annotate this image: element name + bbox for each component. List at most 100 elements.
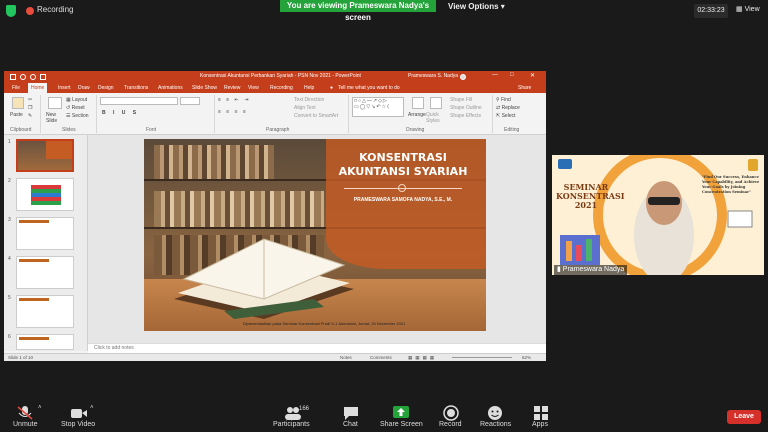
meeting-timer: 02:33:23 [694,4,728,18]
chevron-up-icon[interactable]: ˄ [90,405,94,411]
books-row [154,191,324,227]
slide-editing-area[interactable]: KONSENTRASI AKUNTANSI SYARIAH PRAMESWARA… [88,135,546,343]
copy-icon[interactable]: ❐ [28,105,32,111]
tell-me-search[interactable]: Tell me what you want to do [338,85,400,91]
zoom-level: 62% [522,355,532,360]
thumbnail-number: 4 [8,256,11,262]
paste-button[interactable]: Paste [10,112,23,118]
shape-fill-button[interactable]: Shape Fill [450,97,472,103]
save-icon[interactable] [10,74,16,80]
arrange-icon[interactable] [412,97,424,109]
slide-thumbnail-pane[interactable]: 1 2 3 4 5 6 [4,135,88,351]
font-size-dropdown[interactable] [180,97,200,105]
banner-year: 2021 [574,200,598,210]
ribbon-divider [96,95,97,133]
select-button[interactable]: ⇱ Select [496,113,516,119]
slide-thumbnail-1[interactable] [16,139,74,172]
redo-icon[interactable] [30,74,36,80]
replace-button[interactable]: ⇄ Replace [496,105,520,111]
section-label: Section [71,113,89,119]
comments-toggle[interactable]: Comments [370,355,392,360]
leave-button[interactable]: Leave [727,410,761,424]
new-slide-button[interactable]: New Slide [46,112,66,124]
apps-label: Apps [532,421,548,428]
undo-icon[interactable] [20,74,26,80]
tab-transitions[interactable]: Transitions [124,85,148,91]
recording-dot-icon [26,7,34,15]
participants-count: 166 [299,406,310,412]
lightbulb-icon: ● [330,85,334,91]
shape-outline-button[interactable]: Shape Outline [450,105,482,111]
shapes-icon: □○△—↗◇▷ ▭◯▽↘↶☆⟨ [354,98,390,110]
paste-icon[interactable] [12,97,24,109]
faculty-logo [748,159,758,171]
close-icon[interactable]: ✕ [530,72,535,79]
minimize-icon[interactable]: — [492,72,498,78]
slide-count: Slide 1 of 10 [8,355,34,360]
maximize-icon[interactable]: □ [510,72,514,78]
share-button[interactable]: Share [518,85,531,91]
font-name-dropdown[interactable] [100,97,178,105]
font-style-buttons[interactable]: B I U S [102,110,139,116]
zoom-slider[interactable] [452,357,512,358]
find-button[interactable]: ⚲ Find [496,97,511,103]
current-slide[interactable]: KONSENTRASI AKUNTANSI SYARIAH PRAMESWARA… [144,139,486,331]
ribbon-divider [492,95,493,133]
present-icon[interactable] [40,74,46,80]
group-clipboard: Clipboard [10,127,32,133]
new-slide-icon[interactable] [48,97,62,109]
quick-styles-button[interactable]: Quick Styles [426,112,446,124]
chevron-up-icon[interactable]: ˄ [38,405,42,411]
shape-effects-button[interactable]: Shape Effects [450,113,481,119]
view-mode-icons[interactable]: ▦▦▦▦ [408,355,437,361]
slide-thumbnail-2[interactable] [16,178,74,211]
view-options-button[interactable]: View Options ▾ [448,2,505,11]
thumbnail-number: 6 [8,334,11,340]
virtual-background [552,155,764,275]
tab-animations[interactable]: Animations [158,85,183,91]
cut-icon[interactable]: ✂ [28,97,32,103]
ribbon-divider [348,95,349,133]
avatar[interactable] [460,74,466,80]
tab-file[interactable]: File [12,85,20,91]
align-icon[interactable]: ≡ ≡ ≡ ≡ [218,109,248,115]
tab-help[interactable]: Help [304,85,314,91]
slide-thumbnail-4[interactable] [16,256,74,289]
bullets-icon[interactable]: ≡ ≡ ⇤ ⇥ [218,97,250,103]
tab-review[interactable]: Review [224,85,240,91]
participant-video-tile[interactable]: SEMINAR KONSENTRASI 2021 "Find Our Succe… [552,155,764,275]
view-button[interactable]: ▦ View [736,5,760,13]
slide-thumbnail-5[interactable] [16,295,74,328]
reset-button[interactable]: ↺ Reset [66,105,85,111]
quick-styles-icon[interactable] [430,97,442,109]
tab-slide-show[interactable]: Slide Show [192,85,217,91]
align-text-button[interactable]: Align Text [294,105,316,111]
text-direction-button[interactable]: Text Direction [294,97,324,103]
notes-toggle[interactable]: Notes [340,355,352,360]
tab-view[interactable]: View [248,85,259,91]
slide-thumbnail-6[interactable] [16,334,74,350]
tab-recording[interactable]: Recording [270,85,293,91]
tab-home[interactable]: Home [28,83,48,93]
participant-name-label: ▮ Prameswara Nadya [554,265,628,275]
notes-pane[interactable]: Click to add notes [88,343,546,353]
participants-label: Participants [273,421,310,428]
thumbnail-number: 5 [8,295,11,301]
section-button[interactable]: ☰ Section [66,113,89,119]
arrange-button[interactable]: Arrange [408,112,426,118]
record-label: Record [439,421,462,428]
share-screen-label: Share Screen [380,421,423,428]
tab-insert[interactable]: Insert [58,85,71,91]
thumbnail-number: 2 [8,178,11,184]
tab-design[interactable]: Design [98,85,114,91]
slide-thumbnail-3[interactable] [16,217,74,250]
tab-draw[interactable]: Draw [78,85,90,91]
format-painter-icon[interactable]: ✎ [28,113,32,119]
ppt-user-name: Prameswara S. Nadya [408,73,459,79]
convert-smartart-button[interactable]: Convert to SmartArt [294,113,338,119]
ppt-menu-bar: File Home Insert Draw Design Transitions… [4,83,546,93]
layout-button[interactable]: ▦ Layout [66,97,87,103]
reset-label: Reset [71,105,85,111]
security-shield-icon[interactable] [6,5,16,17]
notes-placeholder: Click to add notes [94,345,134,351]
